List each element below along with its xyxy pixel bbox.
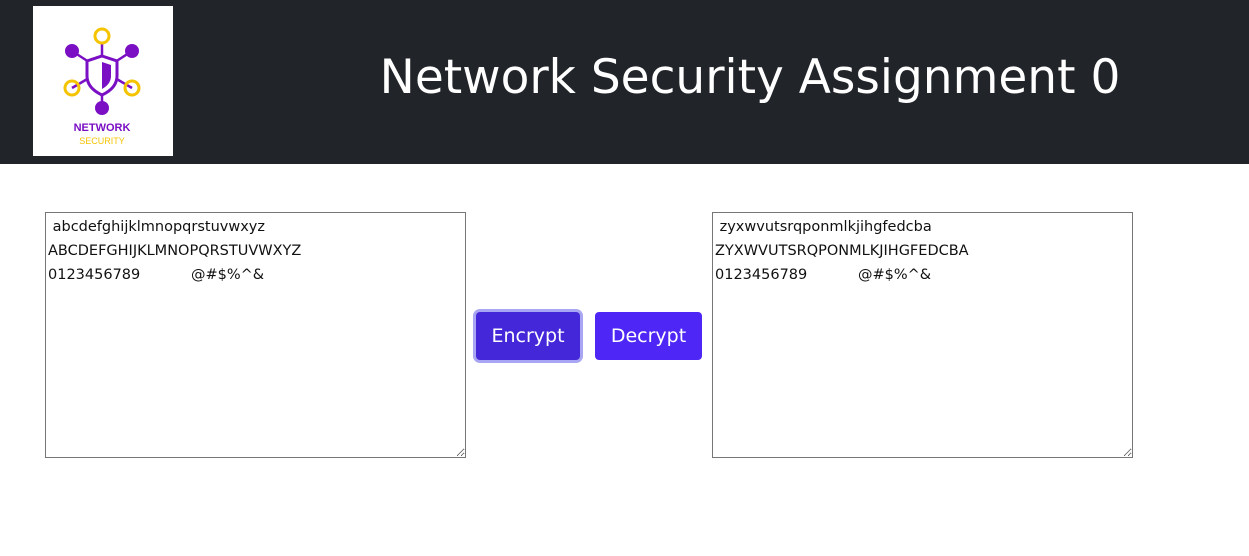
network-shield-icon: NETWORK SECURITY <box>63 27 141 146</box>
page-title: Network Security Assignment 0 <box>379 50 1121 105</box>
network-security-logo: NETWORK SECURITY <box>33 6 173 156</box>
logo-text-network: NETWORK <box>74 122 131 134</box>
logo-text-security: SECURITY <box>79 136 125 146</box>
plaintext-input[interactable]: abcdefghijklmnopqrstuvwxyz ABCDEFGHIJKLM… <box>45 212 466 458</box>
decrypt-button[interactable]: Decrypt <box>595 312 702 360</box>
ciphertext-output[interactable]: zyxwvutsrqponmlkjihgfedcba ZYXWVUTSRQPON… <box>712 212 1133 458</box>
page-header: NETWORK SECURITY Network Security Assign… <box>0 0 1249 164</box>
encrypt-button[interactable]: Encrypt <box>476 312 580 360</box>
